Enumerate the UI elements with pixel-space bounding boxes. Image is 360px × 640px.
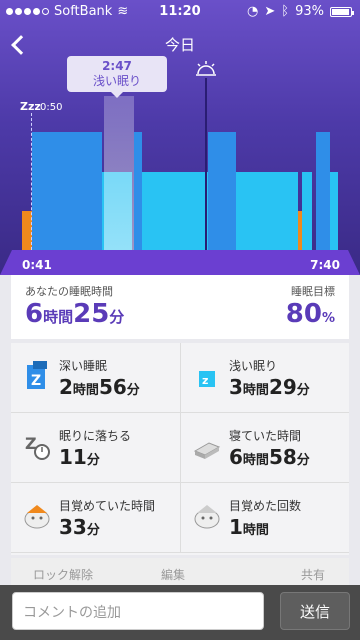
stat-wake-count[interactable]: 目覚めた回数 1時間: [180, 483, 349, 553]
fall-asleep-clock-icon: Z: [25, 434, 50, 460]
stat-value: 2時間56分: [59, 375, 140, 399]
tooltip-label: 浅い眠り: [92, 74, 141, 88]
tooltip-bubble: 2:47 浅い眠り: [67, 56, 167, 98]
stat-deep-sleep[interactable]: Z 深い睡眠 2時間56分: [11, 343, 180, 413]
stat-value: 6時間58分: [229, 445, 310, 469]
bed-icon: [193, 442, 221, 459]
goal-label: 睡眠目標: [291, 285, 335, 298]
stat-value: 3時間29分: [229, 375, 310, 399]
sleep-time-value: 6時間25分: [25, 299, 125, 329]
stat-label: 目覚めていた時間: [59, 499, 156, 513]
stat-label: 眠りに落ちる: [59, 429, 132, 443]
time-axis-band: [0, 250, 360, 275]
sleep-start-time: 0:50: [40, 102, 63, 113]
sleep-stage-bar[interactable]: [32, 132, 102, 250]
sleep-stage-bar[interactable]: [142, 172, 188, 250]
stat-value: 11分: [59, 445, 100, 469]
wake-line: [205, 78, 207, 250]
tooltip-time: 2:47: [102, 59, 132, 73]
light-sleep-icon: z: [199, 371, 215, 387]
axis-end-time: 7:40: [310, 258, 340, 272]
sleep-stage-bar[interactable]: [330, 172, 338, 250]
sleep-chart-panel: SoftBank ≋ 11:20 ◔ ➤ ᛒ 93% 今日 2:47 浅い眠り …: [0, 0, 360, 275]
comment-bar: コメントの追加 送信: [0, 585, 360, 640]
sleep-stage-bar[interactable]: [236, 172, 298, 250]
edit-button[interactable]: 編集: [161, 566, 185, 583]
sleep-bar-chart[interactable]: [0, 0, 360, 275]
sleep-summary: あなたの睡眠時間 睡眠目標 6時間25分 80%: [11, 275, 349, 339]
stat-value: 33分: [59, 515, 100, 539]
awake-face-icon: [24, 505, 50, 529]
sleep-start-line: [31, 113, 32, 250]
wake-count-face-icon: [194, 505, 220, 529]
action-toolbar: ロック解除 編集 共有: [11, 558, 349, 586]
sunrise-icon: [196, 61, 216, 76]
stat-time-in-bed[interactable]: 寝ていた時間 6時間58分: [180, 413, 349, 483]
comment-input[interactable]: コメントの追加: [12, 592, 264, 630]
svg-text:Z: Z: [31, 373, 41, 389]
axis-start-time: 0:41: [22, 258, 52, 272]
share-button[interactable]: 共有: [301, 566, 325, 583]
sleep-stage-bar[interactable]: [134, 132, 142, 250]
stat-label: 目覚めた回数: [229, 499, 302, 513]
selection-highlight: [104, 96, 134, 250]
sleep-stage-bar[interactable]: [208, 132, 236, 250]
svg-text:z: z: [202, 374, 208, 387]
sleep-stats-grid: Z 深い睡眠 2時間56分 z 浅い眠り 3時間29分 Z 眠りに落ちる 11分…: [11, 343, 349, 555]
stat-label: 寝ていた時間: [229, 429, 302, 443]
sleep-start-icon: Zzz: [20, 100, 41, 113]
stat-fall-asleep[interactable]: Z 眠りに落ちる 11分: [11, 413, 180, 483]
stat-label: 浅い眠り: [229, 359, 278, 373]
stat-value: 1時間: [229, 515, 269, 539]
sleep-stage-bar[interactable]: [302, 172, 312, 250]
stat-label: 深い睡眠: [59, 359, 108, 373]
send-button[interactable]: 送信: [280, 592, 350, 630]
sleep-time-label: あなたの睡眠時間: [25, 285, 113, 298]
unlock-button[interactable]: ロック解除: [33, 566, 93, 583]
goal-value: 80%: [285, 299, 335, 329]
stat-awake-time[interactable]: 目覚めていた時間 33分: [11, 483, 180, 553]
deep-sleep-icon: Z: [27, 361, 47, 389]
sleep-stage-bar[interactable]: [316, 132, 330, 250]
stat-light-sleep[interactable]: z 浅い眠り 3時間29分: [180, 343, 349, 413]
